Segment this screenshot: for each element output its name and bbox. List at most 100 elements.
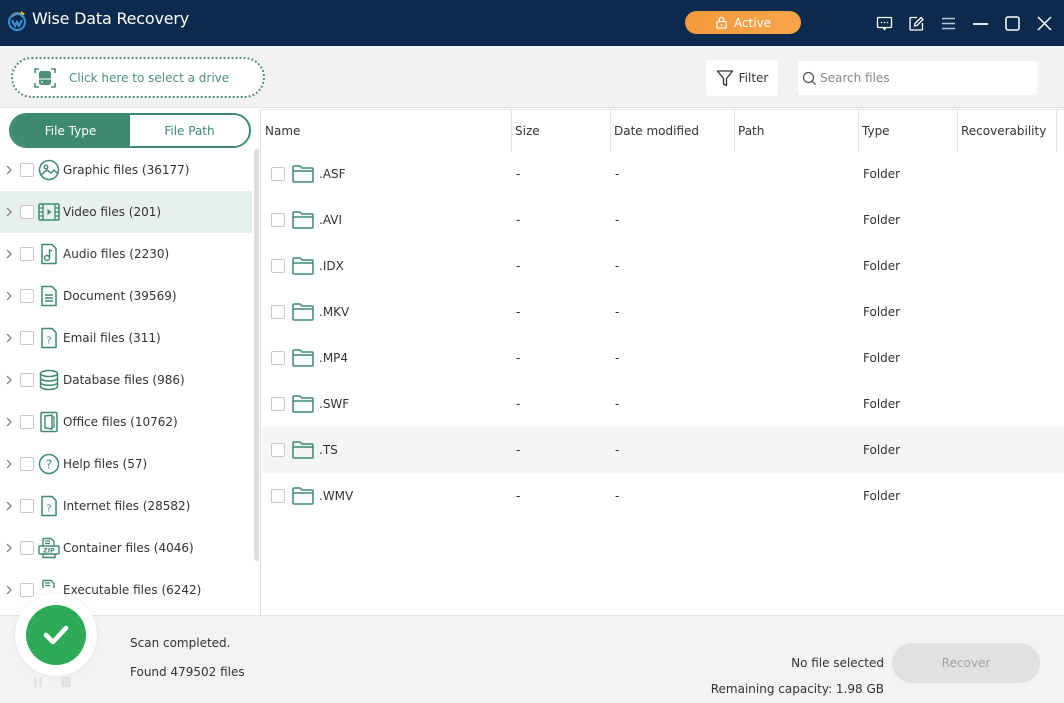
sidebar-item[interactable]: ? Email files (311): [0, 317, 252, 359]
minimize-button[interactable]: [969, 12, 991, 34]
database-icon: [39, 369, 59, 391]
maximize-button[interactable]: [1001, 12, 1023, 34]
row-checkbox[interactable]: [271, 397, 285, 411]
pause-icon[interactable]: [32, 676, 44, 688]
checkbox[interactable]: [20, 499, 34, 513]
search-input[interactable]: [820, 71, 1020, 85]
row-checkbox[interactable]: [271, 213, 285, 227]
active-license-button[interactable]: Active: [685, 11, 801, 34]
view-mode-toggle: File Type File Path: [9, 113, 251, 148]
menu-icon: [941, 17, 955, 29]
checkbox[interactable]: [20, 541, 34, 555]
stop-icon[interactable]: [60, 676, 72, 688]
checkbox[interactable]: [20, 163, 34, 177]
chevron-right-icon[interactable]: [5, 459, 13, 469]
file-name: .MP4: [319, 351, 349, 365]
close-button[interactable]: [1033, 12, 1055, 34]
app-title: Wise Data Recovery: [32, 9, 190, 28]
sidebar-item-label: Executable files (6242): [63, 583, 202, 597]
checkbox[interactable]: [20, 583, 34, 597]
cell-date-modified: -: [615, 259, 620, 273]
checkbox[interactable]: [20, 415, 34, 429]
folder-icon: [292, 349, 314, 367]
table-row[interactable]: .MP4 - - Folder: [262, 335, 1064, 381]
file-type-sidebar: File Type File Path Graphic files (36177…: [0, 109, 261, 615]
filter-button[interactable]: Filter: [706, 60, 778, 96]
chevron-right-icon[interactable]: [5, 207, 13, 217]
video-icon: [38, 203, 60, 221]
menu-button[interactable]: [937, 12, 959, 34]
sidebar-item-label: Video files (201): [63, 205, 162, 219]
column-date-modified[interactable]: Date modified: [611, 110, 735, 152]
table-row[interactable]: .MKV - - Folder: [262, 289, 1064, 335]
column-name[interactable]: Name: [262, 110, 512, 152]
table-row[interactable]: .AVI - - Folder: [262, 197, 1064, 243]
column-type[interactable]: Type: [859, 110, 958, 152]
sidebar-scrollbar[interactable]: [254, 149, 259, 561]
table-row[interactable]: .WMV - - Folder: [262, 473, 1064, 519]
sidebar-item[interactable]: ? Internet files (28582): [0, 485, 252, 527]
cell-name: .SWF: [262, 395, 512, 413]
maximize-icon: [1004, 15, 1020, 31]
recover-button[interactable]: Recover: [892, 643, 1040, 683]
chevron-right-icon[interactable]: [5, 249, 13, 259]
row-checkbox[interactable]: [271, 443, 285, 457]
chevron-right-icon[interactable]: [5, 543, 13, 553]
row-checkbox[interactable]: [271, 259, 285, 273]
chevron-right-icon[interactable]: [5, 585, 13, 595]
zip-icon: ZIP: [38, 537, 60, 559]
cell-type: Folder: [863, 259, 901, 273]
cell-name: .MKV: [262, 303, 512, 321]
edit-button[interactable]: [905, 12, 927, 34]
row-checkbox[interactable]: [271, 351, 285, 365]
cell-type: Folder: [863, 443, 901, 457]
sidebar-item[interactable]: Database files (986): [0, 359, 252, 401]
chevron-right-icon[interactable]: [5, 501, 13, 511]
tab-file-path[interactable]: File Path: [130, 115, 249, 146]
cell-name: .TS: [262, 441, 512, 459]
sidebar-item[interactable]: Video files (201): [0, 191, 252, 233]
feedback-button[interactable]: [873, 12, 895, 34]
sidebar-item[interactable]: ZIP Container files (4046): [0, 527, 252, 569]
svg-text:ZIP: ZIP: [43, 547, 55, 555]
active-label: Active: [733, 15, 772, 30]
chevron-right-icon[interactable]: [5, 417, 13, 427]
sidebar-item[interactable]: ? Help files (57): [0, 443, 252, 485]
cell-date-modified: -: [615, 443, 620, 457]
title-bar: Wise Data Recovery Active: [0, 0, 1064, 46]
checkbox[interactable]: [20, 331, 34, 345]
cell-type: Folder: [863, 489, 901, 503]
lock-icon: [716, 16, 727, 29]
cell-name: .AVI: [262, 211, 512, 229]
row-checkbox[interactable]: [271, 167, 285, 181]
checkbox[interactable]: [20, 205, 34, 219]
checkbox[interactable]: [20, 373, 34, 387]
office-icon: [40, 411, 58, 433]
checkbox[interactable]: [20, 289, 34, 303]
table-row[interactable]: .ASF - - Folder: [262, 151, 1064, 197]
chevron-right-icon[interactable]: [5, 165, 13, 175]
checkbox[interactable]: [20, 457, 34, 471]
table-row[interactable]: .IDX - - Folder: [262, 243, 1064, 289]
audio-icon: [41, 243, 57, 265]
checkbox[interactable]: [20, 247, 34, 261]
cell-type: Folder: [863, 305, 901, 319]
sidebar-item[interactable]: Audio files (2230): [0, 233, 252, 275]
tab-file-type[interactable]: File Type: [11, 115, 130, 146]
table-row[interactable]: .TS - - Folder: [262, 427, 1064, 473]
sidebar-item[interactable]: Office files (10762): [0, 401, 252, 443]
sidebar-item[interactable]: Graphic files (36177): [0, 149, 252, 191]
column-recoverability[interactable]: Recoverability: [958, 110, 1057, 152]
row-checkbox[interactable]: [271, 305, 285, 319]
chevron-right-icon[interactable]: [5, 291, 13, 301]
sidebar-item[interactable]: Document (39569): [0, 275, 252, 317]
column-size[interactable]: Size: [512, 110, 611, 152]
sidebar-item-label: Office files (10762): [63, 415, 178, 429]
row-checkbox[interactable]: [271, 489, 285, 503]
chevron-right-icon[interactable]: [5, 333, 13, 343]
table-row[interactable]: .SWF - - Folder: [262, 381, 1064, 427]
chevron-right-icon[interactable]: [5, 375, 13, 385]
sidebar-item-label: Document (39569): [63, 289, 177, 303]
column-path[interactable]: Path: [735, 110, 859, 152]
select-drive-button[interactable]: Click here to select a drive: [11, 57, 265, 98]
